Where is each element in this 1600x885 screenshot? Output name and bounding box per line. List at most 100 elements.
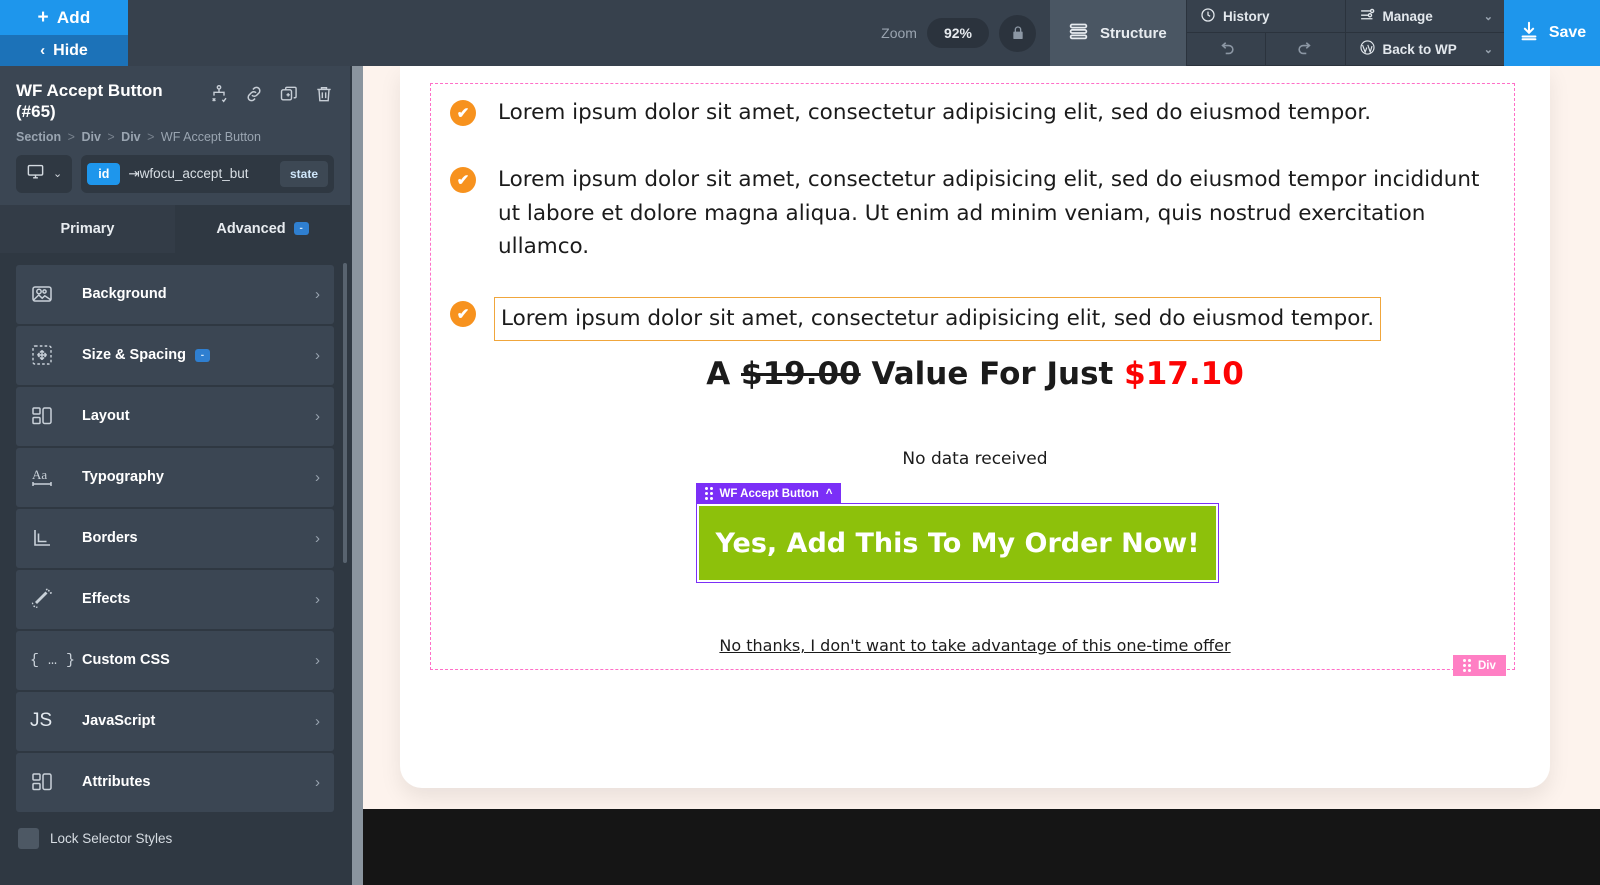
accept-button-wrapper[interactable]: WF Accept Button ^ Yes, Add This To My O… [695,483,1219,583]
list-item-highlighted[interactable]: ✔ Lorem ipsum dolor sit amet, consectetu… [450,297,1480,341]
list-item[interactable]: ✔ Lorem ipsum dolor sit amet, consectetu… [450,163,1480,263]
conditions-icon[interactable] [209,84,229,104]
div-selection-badge[interactable]: Div [1453,655,1506,676]
sidebar-tabs: Primary Advanced - [0,204,350,253]
manage-button[interactable]: Manage ⌄ [1345,0,1504,33]
sidebar-item-layout[interactable]: Layout › [16,386,334,446]
breadcrumb-item[interactable]: Div [81,130,100,144]
canvas-scrollbar[interactable] [352,66,363,885]
structure-icon [1068,21,1089,46]
lock-selector-checkbox[interactable] [18,827,39,849]
left-sidebar: WF Accept Button (#65) Section > Div > D… [0,66,350,885]
breadcrumb-separator: > [67,129,75,144]
element-badge-label: WF Accept Button [719,487,819,500]
price-original: $19.00 [741,356,861,392]
hide-button-label: Hide [53,41,88,59]
selector-input[interactable]: ⇥wfocu_accept_but [128,166,272,182]
chevron-right-icon: › [315,468,320,486]
zoom-controls: Zoom 92% [867,0,1050,66]
element-selection-badge[interactable]: WF Accept Button ^ [695,483,842,504]
sidebar-item-effects[interactable]: Effects › [16,569,334,629]
selector-field[interactable]: id ⇥wfocu_accept_but state [81,154,334,193]
tab-advanced[interactable]: Advanced - [175,204,350,253]
tab-advanced-badge: - [293,222,309,235]
sidebar-item-label: Layout [82,408,130,424]
zoom-value[interactable]: 92% [926,18,989,48]
chevron-right-icon: › [315,712,320,730]
chevron-down-icon: ⌄ [1483,10,1493,23]
undo-button[interactable] [1187,33,1267,65]
device-selector[interactable]: ⌄ [16,154,73,193]
sidebar-item-attributes[interactable]: Attributes › [16,752,334,812]
chevron-right-icon: › [315,346,320,364]
chevron-right-icon: › [315,651,320,669]
lock-icon[interactable] [999,14,1036,52]
zoom-label: Zoom [881,25,917,41]
list-item[interactable]: ✔ Lorem ipsum dolor sit amet, consectetu… [450,96,1480,129]
element-actions [209,80,334,104]
sidebar-item-label: Borders [82,530,138,546]
state-badge[interactable]: state [279,160,328,187]
magic-wand-icon [30,587,82,611]
sidebar-item-label: Typography [82,469,164,485]
chevron-right-icon: › [315,590,320,608]
lock-selector-label: Lock Selector Styles [50,830,173,846]
list-item-text: Lorem ipsum dolor sit amet, consectetur … [498,167,1480,259]
chevron-down-icon: ⌄ [1483,43,1493,56]
sidebar-item-label: Background [82,286,167,302]
chevron-right-icon: › [315,773,320,791]
history-button[interactable]: History [1187,0,1346,33]
lock-selector-styles-row[interactable]: Lock Selector Styles [16,814,334,849]
accept-offer-button[interactable]: Yes, Add This To My Order Now! [699,506,1216,580]
structure-button[interactable]: Structure [1050,0,1186,66]
back-to-wp-label: Back to WP [1382,41,1457,57]
sidebar-item-typography[interactable]: Aa Typography › [16,447,334,507]
undo-redo-group [1187,33,1346,66]
hide-button[interactable]: ‹ Hide [0,35,128,66]
chevron-up-icon[interactable]: ^ [826,488,833,500]
sidebar-item-size-spacing[interactable]: Size & Spacing - › [16,325,334,385]
drag-handle-icon[interactable] [1463,659,1471,672]
element-title: WF Accept Button (#65) [16,81,163,122]
chevron-right-icon: › [315,285,320,303]
chevron-down-icon: ⌄ [53,168,63,180]
borders-icon [30,526,82,550]
wordpress-icon [1359,39,1376,59]
breadcrumb-item[interactable]: Div [121,130,140,144]
delete-icon[interactable] [314,84,334,104]
element-title-row: WF Accept Button (#65) [16,80,334,123]
benefits-list: ✔ Lorem ipsum dolor sit amet, consectetu… [450,96,1480,375]
sidebar-scrollbar[interactable] [343,262,347,563]
link-icon[interactable] [244,84,264,104]
sidebar-item-label: Size & Spacing [82,347,186,363]
desktop-icon [26,162,45,186]
list-item-text: Lorem ipsum dolor sit amet, consectetur … [494,297,1382,341]
sidebar-item-label: Custom CSS [82,652,170,668]
sidebar-item-borders[interactable]: Borders › [16,508,334,568]
breadcrumb-separator: > [147,129,155,144]
save-button[interactable]: Save [1504,0,1600,66]
sidebar-item-javascript[interactable]: JS JavaScript › [16,691,334,751]
sidebar-item-custom-css[interactable]: { … } Custom CSS › [16,630,334,690]
canvas-area: ✔ Lorem ipsum dolor sit amet, consectetu… [350,66,1600,885]
redo-button[interactable] [1266,33,1346,65]
add-button[interactable]: + Add [0,0,128,35]
duplicate-icon[interactable] [279,84,299,104]
drag-handle-icon[interactable] [704,487,713,500]
back-to-wp-button[interactable]: Back to WP ⌄ [1345,33,1504,66]
id-badge[interactable]: id [87,162,121,185]
decline-offer-link[interactable]: No thanks, I don't want to take advantag… [400,636,1550,655]
check-circle-icon: ✔ [450,100,476,126]
breadcrumb-item[interactable]: Section [16,130,61,144]
breadcrumb: Section > Div > Div > WF Accept Button [16,130,334,144]
layout-icon [30,404,82,428]
sidebar-item-label: JavaScript [82,713,156,729]
price-prefix: A [706,356,731,392]
no-data-message: No data received [902,449,1048,469]
selector-row: ⌄ id ⇥wfocu_accept_but state [16,154,334,193]
tab-primary[interactable]: Primary [0,204,175,253]
sidebar-item-background[interactable]: Background › [16,264,334,324]
sliders-icon [1359,6,1376,26]
move-arrows-icon [30,343,82,367]
price-discounted: $17.10 [1124,356,1244,392]
